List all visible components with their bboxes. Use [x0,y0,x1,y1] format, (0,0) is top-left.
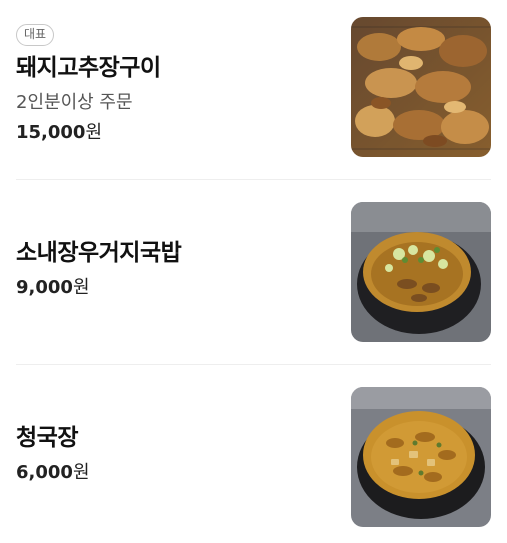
price-value: 15,000 [16,122,86,143]
menu-item-soybean-stew[interactable]: 청국장 6,000원 [16,387,491,527]
menu-list: 대표 돼지고추장구이 2인분이상 주문 15,000원 소내장우거지국밥 9,0… [0,0,507,543]
menu-item-name: 청국장 [16,425,78,451]
menu-item-price: 6,000원 [16,461,90,485]
menu-item-name: 돼지고추장구이 [16,55,161,81]
menu-item-price: 9,000원 [16,276,90,300]
menu-item-name: 소내장우거지국밥 [16,240,182,266]
menu-item-info: 소내장우거지국밥 9,000원 [16,202,336,342]
menu-item-beef-tripe-soup[interactable]: 소내장우거지국밥 9,000원 [16,202,491,342]
price-value: 9,000 [16,277,73,298]
divider [16,364,491,365]
fermented-soybean-stew-photo[interactable] [351,387,491,527]
menu-item-description: 2인분이상 주문 [16,92,133,113]
menu-item-info: 청국장 6,000원 [16,387,336,527]
price-value: 6,000 [16,462,73,483]
beef-tripe-soup-photo[interactable] [351,202,491,342]
spicy-pork-bulgogi-photo[interactable] [351,17,491,157]
price-unit: 원 [85,122,103,143]
menu-item-info: 대표 돼지고추장구이 2인분이상 주문 15,000원 [16,17,336,157]
menu-item-pork-bulgogi[interactable]: 대표 돼지고추장구이 2인분이상 주문 15,000원 [16,17,491,157]
price-unit: 원 [72,277,90,298]
divider [16,179,491,180]
signature-badge: 대표 [16,24,55,46]
price-unit: 원 [72,462,90,483]
menu-item-price: 15,000원 [16,121,102,145]
